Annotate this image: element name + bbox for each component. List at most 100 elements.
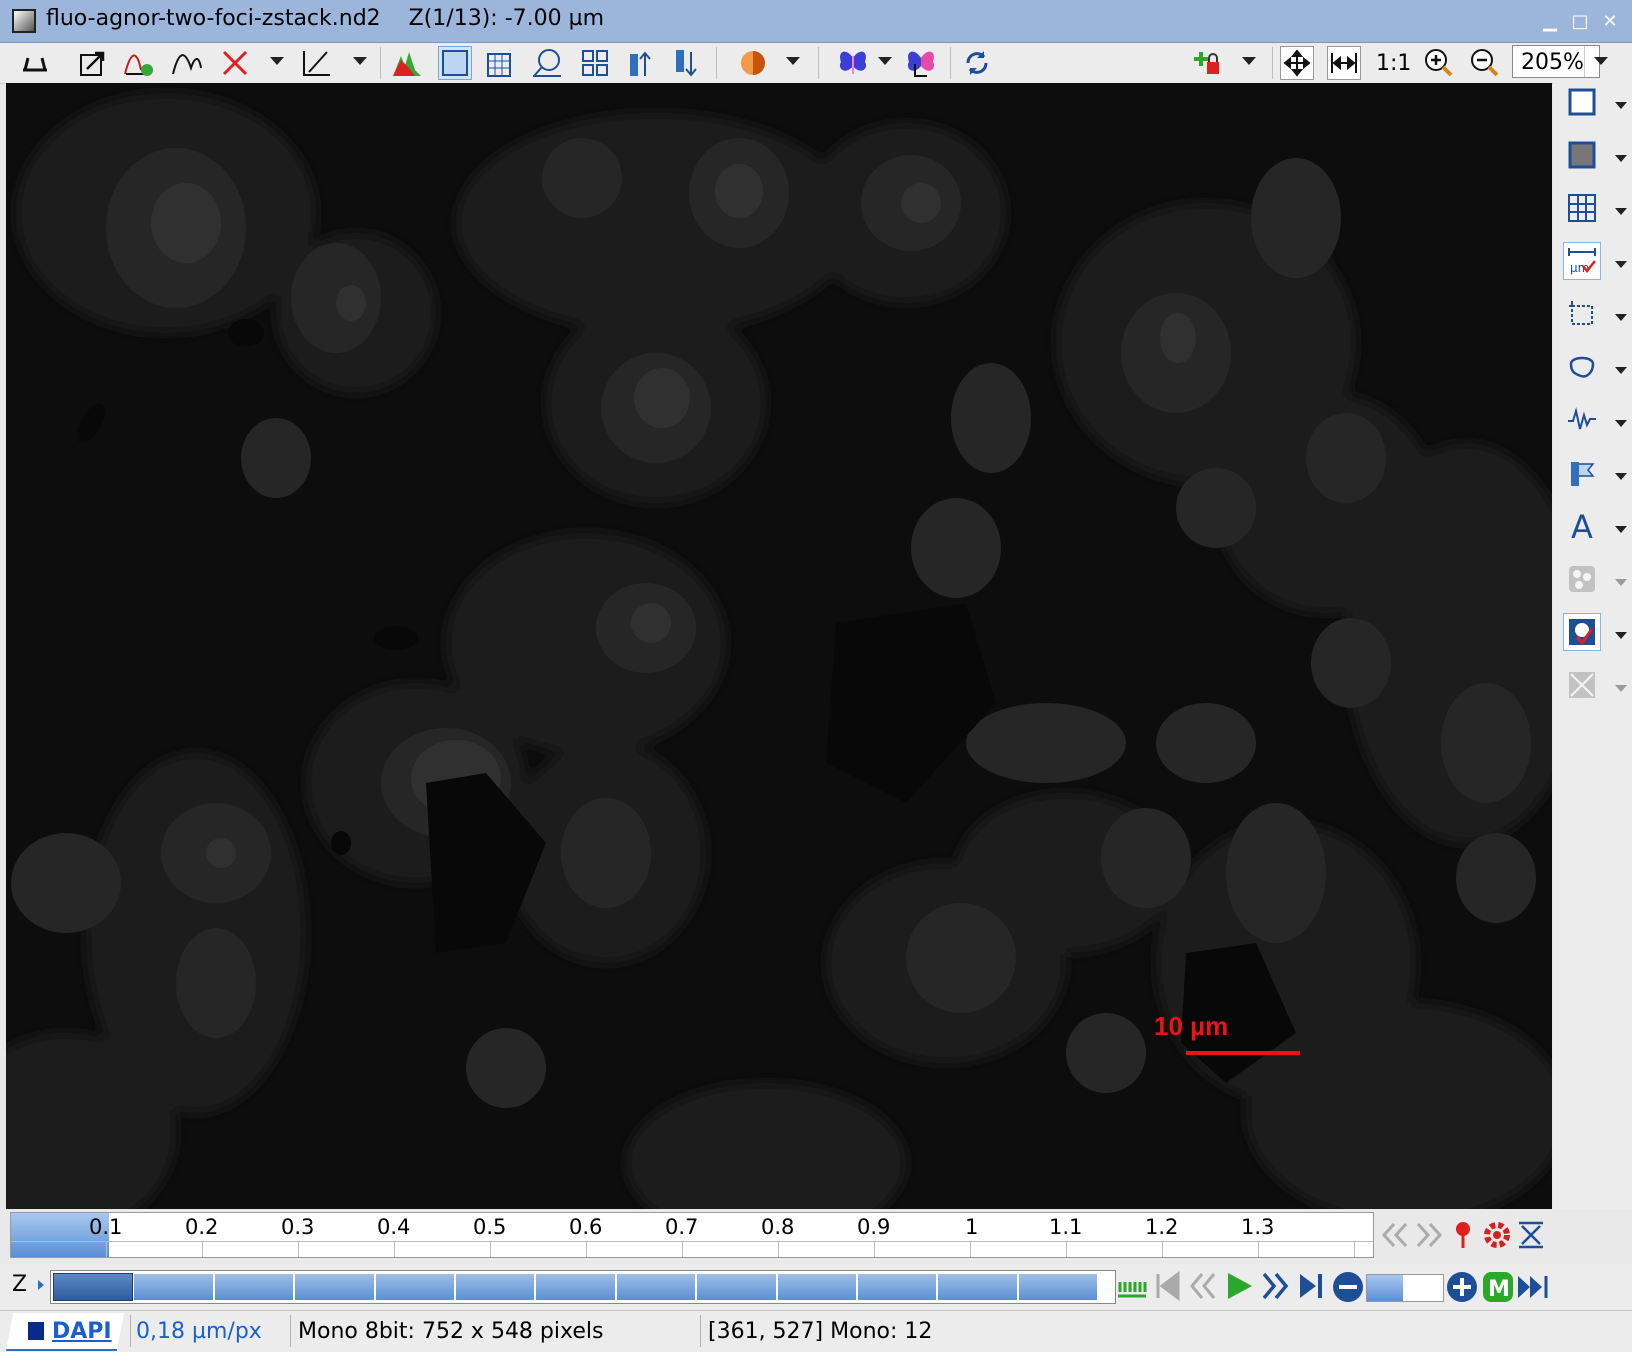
- arrow-export-icon[interactable]: [76, 46, 110, 80]
- chevron-down-icon[interactable]: [786, 57, 800, 65]
- magnifier-view-icon[interactable]: [530, 46, 564, 80]
- fit-width-icon[interactable]: [1327, 46, 1361, 80]
- move-up-icon[interactable]: [624, 46, 658, 80]
- speed-decrease-icon[interactable]: [1330, 1271, 1366, 1303]
- add-lock-icon[interactable]: [1190, 46, 1224, 80]
- z-frame-segment[interactable]: [777, 1274, 856, 1300]
- butterfly-split-icon[interactable]: [904, 46, 938, 80]
- first-frame-icon[interactable]: [1154, 1270, 1182, 1306]
- chevron-down-icon[interactable]: [1615, 367, 1627, 374]
- settings-gear-icon[interactable]: [1482, 1220, 1512, 1250]
- line-profile-icon[interactable]: [300, 46, 334, 80]
- lut-tick-label: 0.6: [569, 1215, 603, 1239]
- chevron-down-icon[interactable]: [353, 57, 367, 65]
- previous-frame-icon[interactable]: [1188, 1270, 1218, 1306]
- svg-text:M: M: [1488, 1277, 1510, 1302]
- double-chevron-left-icon[interactable]: [1380, 1220, 1410, 1250]
- minimize-button[interactable]: ▁: [1540, 12, 1560, 32]
- filled-rectangle-icon[interactable]: [1563, 136, 1601, 174]
- z-frame-segment[interactable]: [697, 1274, 776, 1300]
- crop-icon[interactable]: [1563, 295, 1601, 333]
- pin-icon[interactable]: [1448, 1220, 1478, 1250]
- flag-icon[interactable]: [1563, 454, 1601, 492]
- text-annotation-icon[interactable]: A: [1563, 507, 1601, 545]
- z-frame-segment[interactable]: [295, 1274, 374, 1300]
- binary-check-icon[interactable]: [1563, 613, 1601, 651]
- z-frame-segment[interactable]: [938, 1274, 1017, 1300]
- waveform-icon[interactable]: [1563, 401, 1601, 439]
- z-frame-segment[interactable]: [616, 1274, 696, 1300]
- z-frame-segment[interactable]: [857, 1274, 937, 1300]
- chevron-down-icon[interactable]: [1615, 579, 1627, 586]
- scale-bar-label: 10 µm: [1154, 1011, 1229, 1041]
- chevron-down-icon[interactable]: [1615, 155, 1627, 162]
- chevron-down-icon[interactable]: [1615, 526, 1627, 533]
- z-frame-segment[interactable]: [375, 1274, 454, 1300]
- butterfly-icon[interactable]: [836, 46, 870, 80]
- chevron-down-icon[interactable]: [878, 57, 892, 65]
- zoom-one-to-one-button[interactable]: 1:1: [1376, 51, 1411, 76]
- z-frame-segment[interactable]: [1018, 1274, 1098, 1300]
- z-range-icon[interactable]: [1116, 1272, 1148, 1302]
- grid-view-icon[interactable]: [578, 46, 612, 80]
- close-button[interactable]: ✕: [1600, 12, 1620, 32]
- z-frame-segment[interactable]: [536, 1274, 615, 1300]
- grid-overlay-icon[interactable]: [1563, 189, 1601, 227]
- curve-play-icon[interactable]: [122, 46, 156, 80]
- refresh-icon[interactable]: [960, 46, 994, 80]
- zoom-dropdown[interactable]: [1584, 46, 1617, 77]
- rectangle-roi-icon[interactable]: [1563, 83, 1601, 121]
- speed-slider[interactable]: [1366, 1274, 1444, 1302]
- binary-disabled-icon[interactable]: [1563, 666, 1601, 704]
- title-bar: fluo-agnor-two-foci-zstack.nd2 Z(1/13): …: [0, 0, 1632, 43]
- channel-label[interactable]: DAPI: [52, 1319, 112, 1344]
- zoom-out-icon[interactable]: [1468, 46, 1502, 80]
- chevron-down-icon[interactable]: [1615, 314, 1627, 321]
- z-frame-segment[interactable]: [52, 1273, 134, 1301]
- auto-scale-icon[interactable]: [1516, 1220, 1546, 1250]
- curve-icon[interactable]: [170, 46, 204, 80]
- chevron-down-icon[interactable]: [1615, 632, 1627, 639]
- z-frame-segment[interactable]: [134, 1274, 213, 1300]
- zoom-in-icon[interactable]: [1422, 46, 1456, 80]
- lut-histogram[interactable]: 0.1 0.2 0.3 0.4 0.5 0.6 0.7 0.8 0.9 1 1.1 1.2 1.3: [10, 1212, 1374, 1258]
- double-chevron-right-icon[interactable]: [1414, 1220, 1444, 1250]
- chevron-down-icon[interactable]: [1615, 208, 1627, 215]
- lut-tick-label: 0.5: [473, 1215, 507, 1239]
- fit-to-window-icon[interactable]: [1280, 46, 1314, 80]
- lut-tick-label: 1.2: [1145, 1215, 1179, 1239]
- chevron-down-icon[interactable]: [1615, 685, 1627, 692]
- spots-icon[interactable]: [1563, 560, 1601, 598]
- m-mode-icon[interactable]: M: [1482, 1271, 1514, 1303]
- z-frame-segment[interactable]: [455, 1274, 535, 1300]
- calibration-value[interactable]: 0,18 µm/px: [136, 1319, 262, 1344]
- chevron-down-icon[interactable]: [1242, 57, 1256, 65]
- move-down-icon[interactable]: [670, 46, 704, 80]
- maximize-button[interactable]: □: [1570, 12, 1590, 32]
- z-frame-segment[interactable]: [214, 1274, 294, 1300]
- play-icon[interactable]: [1224, 1270, 1254, 1306]
- window-title: fluo-agnor-two-foci-zstack.nd2 Z(1/13): …: [46, 6, 604, 31]
- next-frame-icon[interactable]: [1260, 1270, 1290, 1306]
- last-frame-icon[interactable]: [1296, 1270, 1324, 1306]
- chevron-down-icon[interactable]: [1615, 261, 1627, 268]
- chevron-down-icon[interactable]: [270, 57, 284, 65]
- chevron-down-icon[interactable]: [1615, 420, 1627, 427]
- chevron-down-icon[interactable]: [1615, 102, 1627, 109]
- single-view-icon[interactable]: [438, 46, 472, 80]
- z-slider-track[interactable]: [50, 1270, 1116, 1304]
- image-info: Mono 8bit: 752 x 548 pixels: [298, 1319, 604, 1344]
- chevron-down-icon[interactable]: [1615, 473, 1627, 480]
- image-viewport[interactable]: 10 µm: [6, 83, 1552, 1209]
- scanner-icon[interactable]: [18, 46, 52, 80]
- color-lut-icon[interactable]: [736, 46, 770, 80]
- tiled-view-icon[interactable]: [484, 46, 518, 80]
- svg-text:µm: µm: [1570, 261, 1589, 275]
- histogram-icon[interactable]: [390, 46, 424, 80]
- remove-curve-icon[interactable]: [218, 46, 252, 80]
- speed-increase-icon[interactable]: [1444, 1271, 1480, 1303]
- freehand-roi-icon[interactable]: [1563, 348, 1601, 386]
- skip-to-end-icon[interactable]: [1516, 1272, 1550, 1302]
- measure-length-icon[interactable]: µm: [1563, 242, 1601, 280]
- app-icon: [12, 9, 36, 33]
